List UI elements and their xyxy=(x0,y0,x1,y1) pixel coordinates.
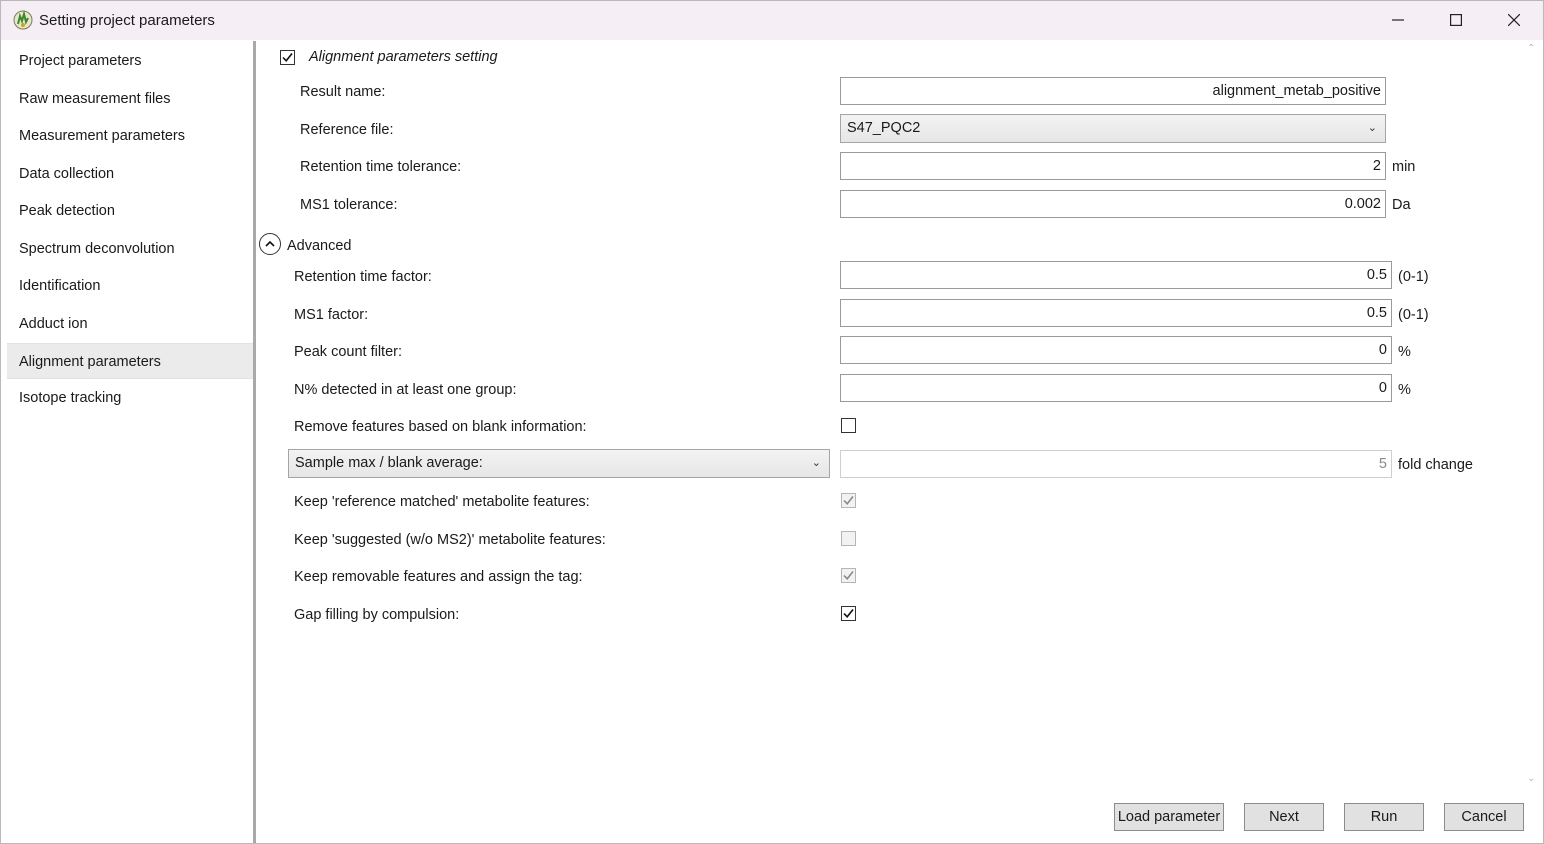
remove-blank-label: Remove features based on blank informati… xyxy=(294,419,587,435)
peak-count-filter-label: Peak count filter: xyxy=(294,344,402,360)
sidebar-item-isotope-tracking[interactable]: Isotope tracking xyxy=(7,380,253,416)
sidebar-item-measurement-parameters[interactable]: Measurement parameters xyxy=(7,118,253,154)
sidebar: Project parameters Raw measurement files… xyxy=(5,41,254,841)
result-name-input[interactable]: alignment_metab_positive xyxy=(840,77,1386,105)
maximize-icon xyxy=(1450,13,1463,29)
gap-filling-checkbox[interactable] xyxy=(841,606,856,621)
peak-count-filter-input[interactable]: 0 xyxy=(840,336,1392,364)
fold-change-unit: fold change xyxy=(1398,457,1473,473)
alignment-enabled-checkbox[interactable] xyxy=(280,50,295,65)
title-bar: Setting project parameters xyxy=(1,1,1543,40)
vertical-scrollbar[interactable]: ⌃ ⌄ xyxy=(1523,41,1541,791)
peak-count-filter-unit: % xyxy=(1398,344,1411,360)
sidebar-item-identification[interactable]: Identification xyxy=(7,268,253,304)
scroll-down-icon[interactable]: ⌄ xyxy=(1527,773,1535,784)
sidebar-item-project-parameters[interactable]: Project parameters xyxy=(7,43,253,79)
chevron-up-icon xyxy=(265,240,275,247)
rt-tolerance-unit: min xyxy=(1392,159,1416,175)
sidebar-item-peak-detection[interactable]: Peak detection xyxy=(7,193,253,229)
next-button[interactable]: Next xyxy=(1244,803,1324,831)
panel-splitter[interactable] xyxy=(253,41,256,843)
alignment-enabled-label: Alignment parameters setting xyxy=(309,49,498,65)
reference-file-value: S47_PQC2 xyxy=(847,120,921,136)
load-parameter-button[interactable]: Load parameter xyxy=(1114,803,1224,831)
n-percent-detected-input[interactable]: 0 xyxy=(840,374,1392,402)
blank-method-select[interactable]: Sample max / blank average: ⌄ xyxy=(288,449,830,478)
keep-reference-matched-checkbox[interactable] xyxy=(841,493,856,508)
gap-filling-label: Gap filling by compulsion: xyxy=(294,607,460,623)
alignment-parameters-panel: Alignment parameters setting Result name… xyxy=(257,41,1543,843)
remove-blank-checkbox[interactable] xyxy=(841,418,856,433)
rt-factor-unit: (0-1) xyxy=(1398,269,1429,285)
rt-tolerance-label: Retention time tolerance: xyxy=(300,159,462,175)
maximize-button[interactable] xyxy=(1427,1,1485,40)
rt-tolerance-input[interactable]: 2 xyxy=(840,152,1386,180)
ms1-factor-unit: (0-1) xyxy=(1398,307,1429,323)
n-percent-detected-unit: % xyxy=(1398,382,1411,398)
keep-reference-matched-label: Keep 'reference matched' metabolite feat… xyxy=(294,494,590,510)
ms1-tolerance-unit: Da xyxy=(1392,197,1411,213)
sidebar-item-spectrum-deconvolution[interactable]: Spectrum deconvolution xyxy=(7,231,253,267)
sidebar-item-data-collection[interactable]: Data collection xyxy=(7,156,253,192)
checkmark-icon xyxy=(843,571,854,581)
keep-removable-label: Keep removable features and assign the t… xyxy=(294,569,583,585)
minimize-icon xyxy=(1392,13,1404,29)
keep-suggested-checkbox[interactable] xyxy=(841,531,856,546)
checkmark-icon xyxy=(843,609,854,619)
window-title: Setting project parameters xyxy=(39,12,215,29)
advanced-collapse-button[interactable] xyxy=(259,233,281,255)
settings-window: Setting project parameters Project param… xyxy=(0,0,1544,844)
checkmark-icon xyxy=(843,496,854,506)
close-icon xyxy=(1507,13,1521,29)
reference-file-label: Reference file: xyxy=(300,122,394,138)
ms1-tolerance-input[interactable]: 0.002 xyxy=(840,190,1386,218)
ms1-tolerance-label: MS1 tolerance: xyxy=(300,197,398,213)
run-button[interactable]: Run xyxy=(1344,803,1424,831)
fold-change-input[interactable]: 5 xyxy=(840,450,1392,478)
app-logo-icon xyxy=(13,10,33,30)
ms1-factor-input[interactable]: 0.5 xyxy=(840,299,1392,327)
advanced-label: Advanced xyxy=(287,238,352,254)
rt-factor-input[interactable]: 0.5 xyxy=(840,261,1392,289)
rt-factor-label: Retention time factor: xyxy=(294,269,432,285)
ms1-factor-label: MS1 factor: xyxy=(294,307,369,323)
n-percent-detected-label: N% detected in at least one group: xyxy=(294,382,517,398)
reference-file-select[interactable]: S47_PQC2 ⌄ xyxy=(840,114,1386,143)
sidebar-item-alignment-parameters[interactable]: Alignment parameters xyxy=(7,343,253,379)
blank-method-value: Sample max / blank average: xyxy=(295,455,483,471)
keep-suggested-label: Keep 'suggested (w/o MS2)' metabolite fe… xyxy=(294,532,606,548)
scroll-up-icon[interactable]: ⌃ xyxy=(1527,43,1535,54)
cancel-button[interactable]: Cancel xyxy=(1444,803,1524,831)
sidebar-item-adduct-ion[interactable]: Adduct ion xyxy=(7,306,253,342)
minimize-button[interactable] xyxy=(1369,1,1427,40)
chevron-down-icon: ⌄ xyxy=(811,457,821,469)
sidebar-item-raw-measurement-files[interactable]: Raw measurement files xyxy=(7,81,253,117)
result-name-label: Result name: xyxy=(300,84,386,100)
checkmark-icon xyxy=(282,53,293,63)
chevron-down-icon: ⌄ xyxy=(1367,122,1377,134)
keep-removable-checkbox[interactable] xyxy=(841,568,856,583)
close-button[interactable] xyxy=(1485,1,1543,40)
